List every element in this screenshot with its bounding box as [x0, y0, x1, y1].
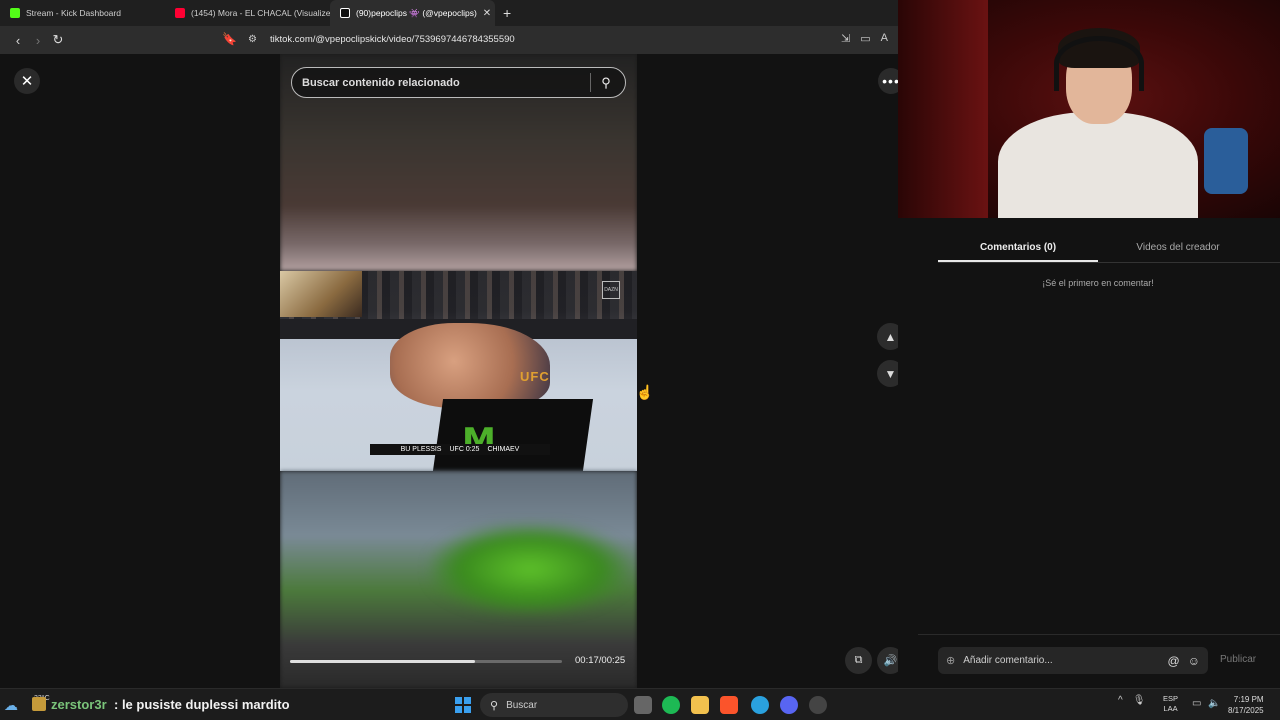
- video-time: 00:17/00:25: [575, 655, 626, 666]
- reload-icon[interactable]: ↻: [48, 32, 68, 48]
- fighters: [390, 323, 550, 408]
- headset: [1054, 36, 1144, 91]
- screen: Stream - Kick Dashboard (1454) Mora - EL…: [0, 0, 1280, 720]
- dazn-logo-icon: DAZN: [602, 281, 620, 299]
- search-bar[interactable]: ⚲: [291, 67, 626, 98]
- task-view-icon[interactable]: [634, 696, 652, 714]
- chat-username: zerstor3r: [51, 697, 107, 712]
- taskbar-search-label: Buscar: [506, 699, 538, 711]
- telegram-icon[interactable]: [751, 696, 769, 714]
- close-tab-icon[interactable]: ✕: [483, 8, 491, 19]
- tabs-divider: [938, 262, 1280, 263]
- monster-logo-icon: M: [462, 421, 500, 461]
- clock[interactable]: 7:19 PM 8/17/2025: [1228, 694, 1264, 716]
- cast-icon[interactable]: ▭: [860, 32, 870, 45]
- youtube-favicon-icon: [175, 8, 185, 18]
- monster-logo-bg: [432, 399, 594, 471]
- site-info-icon[interactable]: ⚙: [248, 34, 257, 45]
- water-bottle: [1204, 128, 1248, 194]
- comment-divider: [918, 634, 1280, 635]
- emoji-icon[interactable]: ☺: [1188, 654, 1200, 668]
- search-icon: ⚲: [490, 699, 499, 712]
- speaker-icon[interactable]: 🔈: [1208, 698, 1220, 709]
- address-actions: ⇲ ▭ A: [841, 32, 888, 45]
- tiktok-page: ✕ UFC M BU PLESSIS UFC 0:25 CHIMAEV DAZN: [0, 54, 904, 688]
- windows-start-icon[interactable]: [455, 697, 471, 713]
- tray-overflow-icon[interactable]: ^: [1118, 695, 1123, 706]
- weather-icon: ☁: [4, 697, 18, 713]
- obs-icon[interactable]: [809, 696, 827, 714]
- close-icon[interactable]: ✕: [14, 68, 40, 94]
- clock-time: 7:19 PM: [1233, 695, 1264, 704]
- discord-icon[interactable]: [780, 696, 798, 714]
- new-tab-button[interactable]: +: [495, 5, 519, 21]
- forward-icon[interactable]: ›: [28, 33, 48, 48]
- pip-icon[interactable]: ⧉: [845, 647, 872, 674]
- comments-panel: Comentarios (0) Videos del creador ¡Sé e…: [898, 0, 1280, 688]
- tab-creator-videos[interactable]: Videos del creador: [1098, 238, 1258, 262]
- tiktok-favicon-icon: [340, 8, 350, 18]
- lang-layout: LAA: [1163, 704, 1178, 713]
- taskbar: ☁ 33°C zerstor3r : le pusiste duplessi m…: [0, 688, 1280, 720]
- tab-label: Stream - Kick Dashboard: [26, 8, 121, 18]
- tab-tiktok[interactable]: (90)pepoclips 👾 (@vpepoclips) ✕: [330, 0, 495, 26]
- chat-badge-icon: [32, 697, 46, 711]
- system-tray: ^ 🎙: [1118, 695, 1145, 706]
- reader-icon[interactable]: ⇲: [841, 32, 850, 45]
- bookmark-icon[interactable]: 🔖: [222, 32, 237, 48]
- empty-comments-text: ¡Sé el primero en comentar!: [1042, 278, 1154, 288]
- webcam-overlay: [898, 0, 1280, 218]
- address-bar: ‹ › ↻ 🔖 ⚙ tiktok.com/@vpepoclipskick/vid…: [0, 26, 898, 54]
- network-icon[interactable]: ▭: [1192, 698, 1201, 709]
- panel-tabs: Comentarios (0) Videos del creador: [938, 238, 1258, 262]
- scorebug-center: UFC 0:25: [449, 446, 480, 453]
- streamer-body: [998, 112, 1198, 218]
- scorebug-right: CHIMAEV: [487, 446, 520, 453]
- kick-favicon-icon: [10, 8, 20, 18]
- scorebug-left: BU PLESSIS: [400, 446, 442, 453]
- chat-message: : le pusiste duplessi mardito: [114, 697, 290, 712]
- gif-icon[interactable]: ⊕: [946, 654, 955, 667]
- video-player[interactable]: UFC M BU PLESSIS UFC 0:25 CHIMAEV DAZN: [280, 271, 637, 471]
- scorebug: BU PLESSIS UFC 0:25 CHIMAEV: [370, 444, 550, 455]
- microphone-icon[interactable]: 🎙: [1133, 695, 1146, 706]
- mouse-cursor-icon: ☝: [636, 384, 654, 400]
- back-icon[interactable]: ‹: [8, 33, 28, 48]
- language-indicator[interactable]: ESP LAA: [1163, 694, 1178, 714]
- search-icon[interactable]: ⚲: [591, 75, 621, 91]
- tab-youtube[interactable]: (1454) Mora - EL CHACAL (Visualizer): [165, 0, 330, 26]
- inset-camera: [280, 271, 362, 317]
- url-field[interactable]: tiktok.com/@vpepoclipskick/video/7539697…: [270, 34, 515, 45]
- chevron-up-icon: ▲: [884, 329, 897, 344]
- translate-icon[interactable]: A: [881, 32, 888, 45]
- comment-input-box[interactable]: ⊕ @ ☺: [938, 647, 1208, 674]
- search-input[interactable]: [302, 76, 587, 89]
- comment-input[interactable]: [963, 655, 1160, 666]
- mention-icon[interactable]: @: [1168, 654, 1180, 668]
- publish-button[interactable]: Publicar: [1220, 654, 1256, 665]
- lang-code: ESP: [1163, 694, 1179, 703]
- video-feed[interactable]: UFC M BU PLESSIS UFC 0:25 CHIMAEV DAZN: [280, 54, 637, 688]
- blurred-logo: [430, 524, 630, 614]
- browser-tab-bar: Stream - Kick Dashboard (1454) Mora - EL…: [0, 0, 898, 26]
- chevron-down-icon: ▼: [884, 366, 897, 381]
- video-progress-bar[interactable]: [290, 660, 562, 663]
- tab-comments[interactable]: Comentarios (0): [938, 238, 1098, 262]
- tab-label: (90)pepoclips 👾 (@vpepoclips): [356, 7, 477, 18]
- ufc-logo: UFC: [520, 369, 550, 384]
- tab-label: (1454) Mora - EL CHACAL (Visualizer): [191, 8, 330, 18]
- video-progress-fill: [290, 660, 475, 663]
- webcam-light: [898, 0, 988, 218]
- file-explorer-icon[interactable]: [691, 696, 709, 714]
- tab-kick-dashboard[interactable]: Stream - Kick Dashboard: [0, 0, 165, 26]
- spotify-icon[interactable]: [662, 696, 680, 714]
- brave-browser-icon[interactable]: [720, 696, 738, 714]
- taskbar-search[interactable]: ⚲ Buscar: [480, 693, 628, 717]
- clock-date: 8/17/2025: [1228, 706, 1264, 715]
